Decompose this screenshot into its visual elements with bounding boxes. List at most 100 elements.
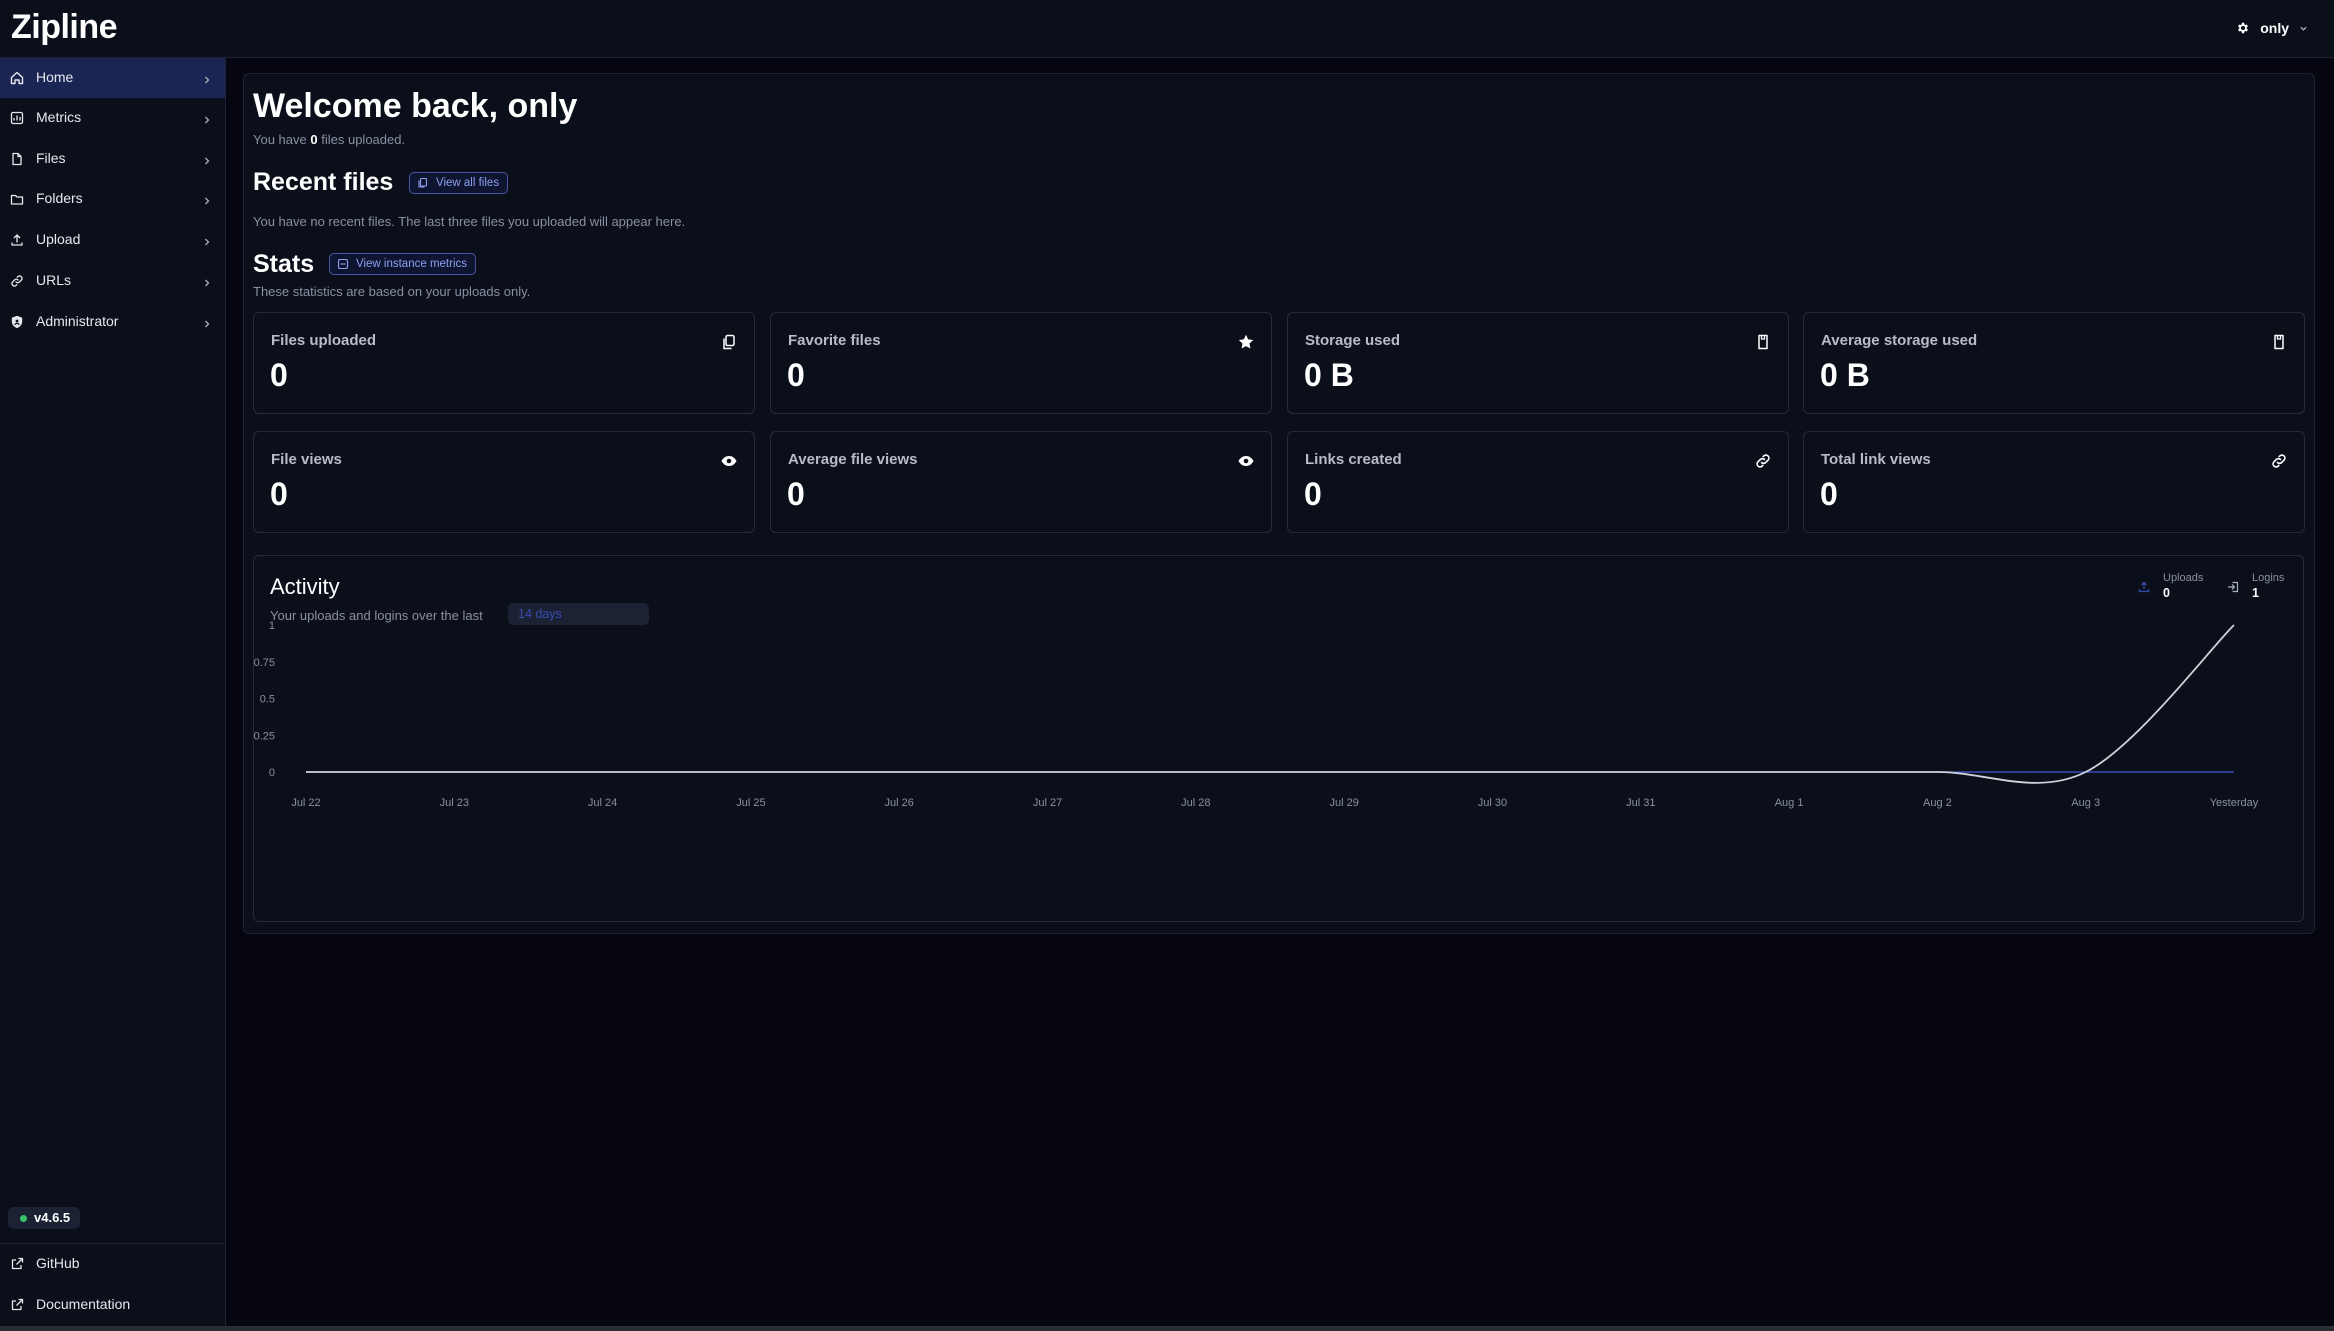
welcome-sub-after: files uploaded. [321, 132, 406, 147]
chevron-right-icon [202, 275, 212, 287]
page-title: Welcome back, only [253, 87, 578, 125]
footer-link-label: Documentation [36, 1296, 131, 1312]
x-tick-label: Aug 2 [1923, 797, 1952, 809]
stats-subtitle: These statistics are based on your uploa… [253, 284, 531, 299]
user-name: only [2260, 20, 2289, 36]
storage-icon [2270, 333, 2288, 351]
brand-logo[interactable]: Zipline [11, 8, 118, 47]
window-bottom-edge [0, 1326, 2334, 1331]
x-tick-label: Jul 26 [885, 797, 914, 809]
chevron-right-icon [202, 234, 212, 246]
welcome-sub-before: You have [253, 132, 307, 147]
x-tick-label: Jul 31 [1626, 797, 1655, 809]
link-icon [9, 273, 25, 289]
y-tick-label: 0.75 [254, 657, 275, 669]
external-link-icon [9, 1256, 25, 1272]
shield-icon [9, 314, 25, 330]
recent-files-heading: Recent files [253, 168, 394, 196]
stat-label: Links created [1305, 451, 1402, 468]
stats-heading: Stats [253, 250, 315, 278]
link-icon [2270, 452, 2288, 470]
stat-label: Total link views [1821, 451, 1931, 468]
documentation-link[interactable]: Documentation [0, 1285, 225, 1325]
x-tick-label: Jul 23 [440, 797, 469, 809]
sidebar-item-files[interactable]: Files [0, 139, 225, 179]
stat-card-file-views: File views 0 [253, 431, 755, 533]
view-all-files-label: View all files [436, 177, 500, 189]
sidebar-item-label: Upload [36, 231, 81, 247]
y-tick-label: 1 [269, 620, 275, 632]
welcome-subtitle: You have 0 files uploaded. [253, 132, 405, 147]
stat-label: Storage used [1305, 332, 1401, 349]
version-text: v4.6.5 [34, 1210, 71, 1225]
version-badge: v4.6.5 [8, 1207, 81, 1229]
x-tick-label: Jul 28 [1181, 797, 1210, 809]
recent-files-empty-text: You have no recent files. The last three… [253, 214, 686, 229]
stat-card-files-uploaded: Files uploaded 0 [253, 312, 755, 414]
stat-card-links-created: Links created 0 [1287, 431, 1789, 533]
sidebar-item-label: Folders [36, 190, 83, 206]
stat-value: 0 B [1304, 357, 1354, 393]
sidebar-item-label: Files [36, 150, 66, 166]
sidebar: Home Metrics Files Folders Upload URLs A… [0, 58, 226, 1326]
x-tick-label: Yesterday [2210, 797, 2259, 809]
view-all-files-button[interactable]: View all files [409, 172, 509, 194]
files-icon [418, 177, 428, 188]
stat-label: Average file views [788, 451, 918, 468]
sidebar-item-label: Administrator [36, 313, 119, 329]
stat-card-favorite-files: Favorite files 0 [770, 312, 1272, 414]
stat-value: 0 [1820, 476, 1838, 512]
sidebar-item-folders[interactable]: Folders [0, 179, 225, 219]
stat-value: 0 [787, 476, 805, 512]
stat-value: 0 [270, 357, 288, 393]
sidebar-item-label: URLs [36, 272, 72, 288]
gear-icon [2236, 21, 2250, 35]
sidebar-item-upload[interactable]: Upload [0, 220, 225, 260]
view-instance-metrics-button[interactable]: View instance metrics [329, 253, 476, 275]
x-tick-label: Jul 25 [736, 797, 765, 809]
user-menu-button[interactable]: only [2236, 17, 2308, 39]
sidebar-item-urls[interactable]: URLs [0, 261, 225, 301]
chevron-right-icon [202, 112, 212, 124]
x-tick-label: Jul 27 [1033, 797, 1062, 809]
stat-card-average-storage-used: Average storage used 0 B [1803, 312, 2305, 414]
file-count: 0 [310, 132, 318, 147]
eye-icon [1237, 452, 1255, 470]
external-link-icon [9, 1297, 25, 1313]
stat-value: 0 [270, 476, 288, 512]
top-header: Zipline only [0, 0, 2334, 58]
sidebar-item-administrator[interactable]: Administrator [0, 302, 225, 342]
footer-link-label: GitHub [36, 1255, 80, 1271]
stat-label: Files uploaded [271, 332, 377, 349]
x-tick-label: Jul 22 [291, 797, 320, 809]
activity-line-chart: 0 0.25 0.5 0.75 1 Jul 22 Jul 23 Jul 24 Jul 25 Jul… [254, 620, 2259, 809]
sidebar-item-metrics[interactable]: Metrics [0, 98, 225, 138]
app-root: Zipline only Home Metrics Files Folders … [0, 0, 2334, 1331]
sidebar-item-label: Metrics [36, 109, 82, 125]
x-tick-label: Aug 1 [1775, 797, 1804, 809]
chevron-down-icon [2299, 24, 2308, 33]
activity-card: Activity Your uploads and logins over th… [253, 555, 2304, 922]
folder-icon [9, 191, 25, 207]
stat-card-total-link-views: Total link views 0 [1803, 431, 2305, 533]
x-tick-label: Jul 24 [588, 797, 617, 809]
github-link[interactable]: GitHub [0, 1244, 225, 1284]
stat-card-storage-used: Storage used 0 B [1287, 312, 1789, 414]
sidebar-item-home[interactable]: Home [0, 58, 225, 98]
stat-label: Favorite files [788, 332, 881, 349]
status-dot [20, 1215, 27, 1222]
chevron-right-icon [202, 72, 212, 84]
link-icon [1754, 452, 1772, 470]
chevron-right-icon [202, 316, 212, 328]
star-icon [1237, 333, 1255, 351]
metrics-icon [337, 258, 349, 270]
sidebar-item-label: Home [36, 69, 74, 85]
stat-label: File views [271, 451, 342, 468]
stat-label: Average storage used [1821, 332, 1978, 349]
x-tick-label: Aug 3 [2071, 797, 2100, 809]
chevron-right-icon [202, 153, 212, 165]
eye-icon [720, 452, 738, 470]
x-tick-label: Jul 29 [1329, 797, 1358, 809]
y-tick-label: 0 [269, 767, 275, 779]
stat-card-average-file-views: Average file views 0 [770, 431, 1272, 533]
